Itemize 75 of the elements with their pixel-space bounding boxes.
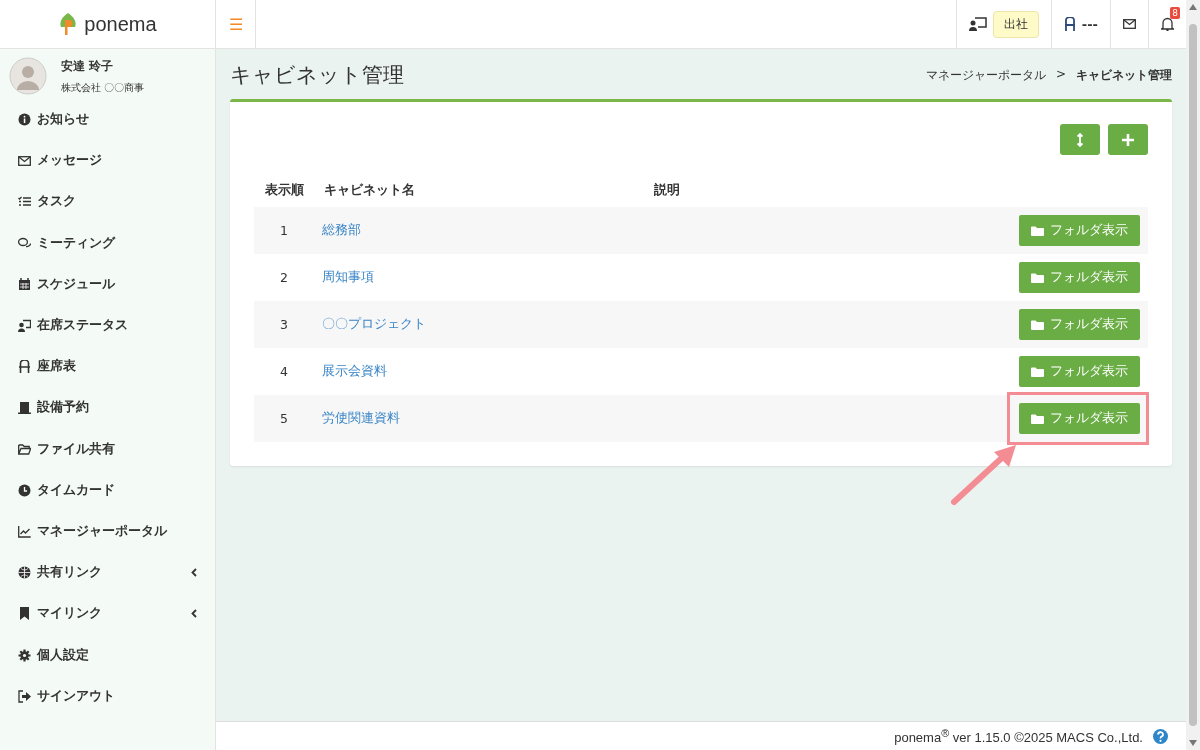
bell-icon[interactable] <box>1161 17 1174 31</box>
mail-icon <box>18 154 31 168</box>
company-name: 株式会社 〇〇商事 <box>61 80 145 95</box>
table-cell: 4 <box>254 348 314 395</box>
scrollbar[interactable] <box>1186 0 1200 750</box>
folder-icon <box>1031 413 1044 424</box>
presence-icon <box>18 319 31 333</box>
sidebar-item[interactable]: ファイル共有 <box>0 428 215 470</box>
sidebar-item[interactable]: 設備予約 <box>0 387 215 429</box>
sidebar-item[interactable]: 座席表 <box>0 346 215 388</box>
column-header: キャビネット名 <box>314 173 645 207</box>
sidebar-item[interactable]: タスク <box>0 181 215 223</box>
globe-icon <box>18 566 31 580</box>
triangle-up-icon[interactable] <box>1189 4 1197 10</box>
cabinet-link[interactable]: 労使関連資料 <box>322 410 400 425</box>
door-icon <box>18 401 31 415</box>
logo-icon <box>58 12 79 36</box>
cabinet-link[interactable]: 〇〇プロジェクト <box>322 316 426 331</box>
chevron-left-icon <box>191 609 197 619</box>
table-cell: 1 <box>254 207 314 254</box>
mail-icon[interactable] <box>1123 19 1136 29</box>
user-name: 安達 玲子 <box>61 57 115 75</box>
plus-icon <box>1122 133 1134 146</box>
folder-icon <box>1031 319 1044 330</box>
gear-icon <box>18 648 31 662</box>
folder-icon <box>18 442 31 456</box>
folder-icon <box>1031 272 1044 283</box>
folder-icon <box>1031 366 1044 377</box>
folder-icon <box>1031 225 1044 236</box>
chat-icon <box>18 236 31 250</box>
bookmark-icon <box>18 607 31 621</box>
sidebar-item[interactable]: サインアウト <box>0 675 215 717</box>
logo-text: ponema <box>84 12 157 36</box>
table-cell: 3 <box>254 301 314 348</box>
chevron-left-icon <box>191 568 197 578</box>
page-title: キャビネット管理 <box>230 62 404 89</box>
avatar <box>9 57 47 95</box>
breadcrumb-link[interactable]: マネージャーポータル <box>925 66 1046 84</box>
breadcrumb-current: キャビネット管理 <box>1076 66 1172 84</box>
sidebar-item[interactable]: 在席ステータス <box>0 304 215 347</box>
sidebar-item[interactable]: メッセージ <box>0 140 215 182</box>
help-icon[interactable] <box>1153 728 1168 744</box>
sidebar-item[interactable]: ミーティング <box>0 222 215 264</box>
sign-out-icon <box>18 689 31 703</box>
table-cell: 2 <box>254 254 314 301</box>
presence-icon <box>968 17 987 31</box>
chair-icon <box>1063 17 1076 31</box>
sidebar-item[interactable]: タイムカード <box>0 469 215 511</box>
add-button[interactable] <box>1108 124 1148 155</box>
cabinet-link[interactable]: 総務部 <box>322 222 361 237</box>
chair-icon <box>18 360 31 374</box>
triangle-down-icon[interactable] <box>1189 740 1197 746</box>
sidebar-item[interactable]: 個人設定 <box>0 634 215 676</box>
breadcrumb-separator: > <box>1055 66 1066 83</box>
column-header: 表示順 <box>254 173 314 207</box>
sidebar-item[interactable]: お知らせ <box>0 99 215 141</box>
info-icon <box>18 113 31 127</box>
seat-text: --- <box>1081 16 1098 32</box>
sidebar-item[interactable]: マイリンク <box>0 593 215 635</box>
status-badge[interactable]: 出社 <box>992 10 1039 38</box>
up-down-arrow-icon <box>1077 132 1083 147</box>
sidebar-item[interactable]: 共有リンク <box>0 552 215 594</box>
table-cell: 5 <box>254 395 314 442</box>
cabinet-link[interactable]: 周知事項 <box>322 269 374 284</box>
column-header: 説明 <box>644 173 771 207</box>
footer-text: ponema$^{®}$ ver 1.15.0 ©2025 MACS Co.,Ltd. <box>894 726 1143 746</box>
sort-button[interactable] <box>1060 124 1100 155</box>
chart-icon <box>18 524 31 538</box>
list-icon <box>18 195 31 209</box>
sidebar-item[interactable]: マネージャーポータル <box>0 510 215 553</box>
notification-badge: 8 <box>1170 7 1180 19</box>
cabinet-link[interactable]: 展示会資料 <box>322 363 387 378</box>
calendar-icon <box>18 277 31 291</box>
clock-icon <box>18 483 31 497</box>
sidebar-item[interactable]: スケジュール <box>0 263 215 305</box>
